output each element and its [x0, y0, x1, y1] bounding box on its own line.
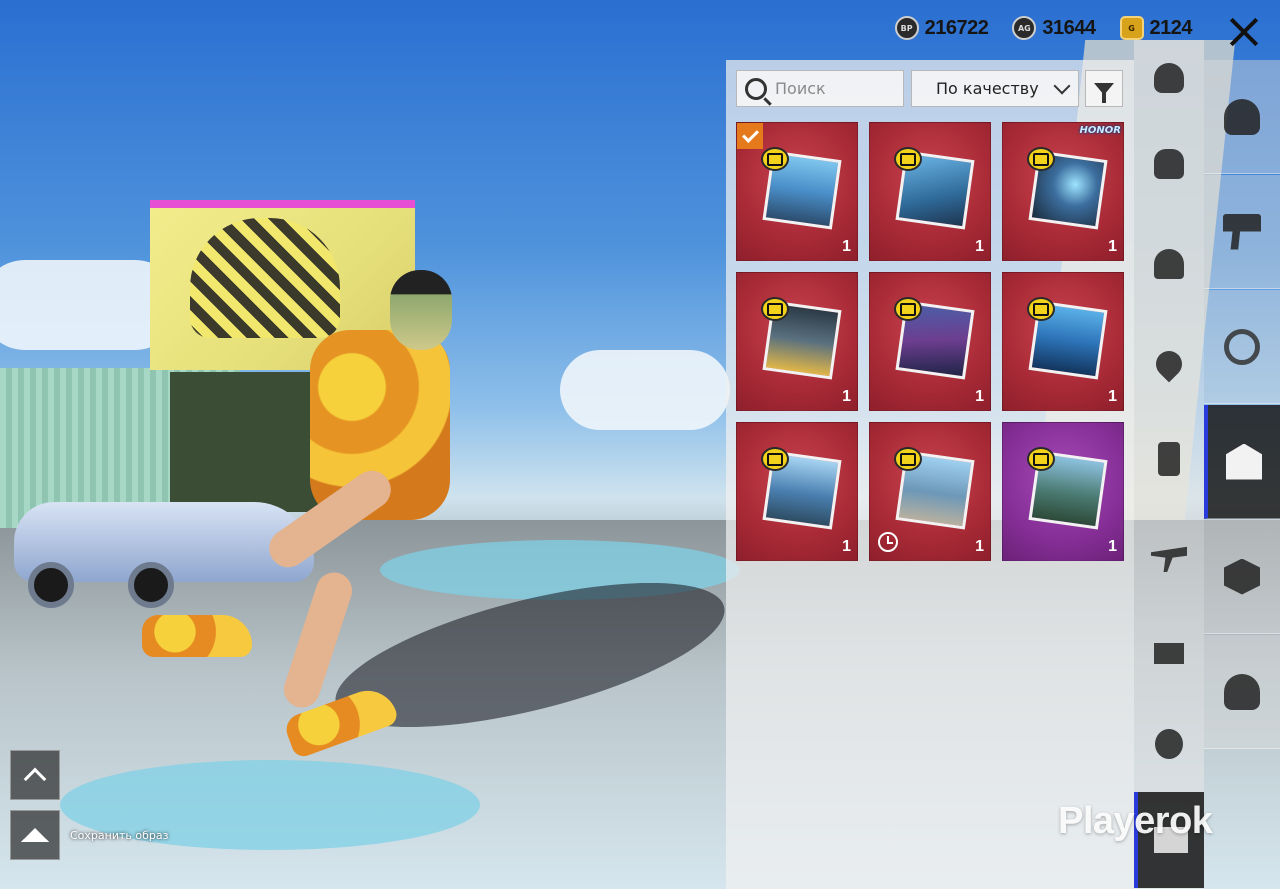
phone-icon [1158, 442, 1180, 476]
item-quantity: 1 [842, 238, 851, 255]
item-quantity: 1 [1108, 238, 1117, 255]
item-card[interactable]: 1 [869, 272, 991, 411]
outfit-icon [1226, 443, 1262, 480]
plane-icon [1151, 546, 1187, 572]
chevron-up-icon [23, 767, 47, 791]
currency-value: 2124 [1149, 16, 1193, 39]
subcategory-grenade[interactable] [1145, 720, 1193, 768]
item-card[interactable]: 1 [869, 422, 991, 561]
subcategory-location[interactable] [1145, 340, 1193, 388]
item-card[interactable]: 1 [736, 422, 858, 561]
silver-fragment-icon: AG [1012, 16, 1037, 40]
currency-bar: BP 216722 AG 31644 G 2124 [894, 16, 1193, 40]
lobby-theme-icon [894, 147, 922, 171]
item-card[interactable]: 1 [869, 122, 991, 261]
inventory-panel: Поиск По качеству 1 1 HONOR 1 1 1 1 1 1 … [726, 60, 1134, 889]
search-placeholder: Поиск [775, 79, 826, 98]
category-outfits[interactable] [1204, 405, 1280, 519]
fist-icon [1154, 149, 1184, 179]
lobby-theme-icon [761, 147, 789, 171]
item-quantity: 1 [975, 388, 984, 405]
category-character[interactable] [1204, 60, 1280, 174]
lobby-theme-icon [894, 447, 922, 471]
location-pin-icon [1150, 345, 1188, 383]
save-outfit-control[interactable]: Сохранить образ [10, 810, 168, 860]
car-wheel [128, 562, 174, 608]
car-wheel [28, 562, 74, 608]
filter-button[interactable] [1085, 70, 1123, 107]
lobby-theme-icon [894, 297, 922, 321]
category-vehicles[interactable] [1204, 290, 1280, 404]
gun-icon [1223, 213, 1261, 250]
close-icon[interactable] [1224, 12, 1264, 52]
steering-wheel-icon [1224, 328, 1260, 365]
subcategory-sidebar [1134, 40, 1204, 889]
lobby-theme-icon [1027, 447, 1055, 471]
item-card[interactable]: 1 [736, 272, 858, 411]
player-character [142, 270, 500, 760]
item-quantity: 1 [842, 388, 851, 405]
item-quantity: 1 [975, 538, 984, 555]
currency-value: 216722 [924, 16, 989, 39]
currency-gold[interactable]: G 2124 [1119, 16, 1193, 40]
item-quantity: 1 [842, 538, 851, 555]
cloud [560, 350, 730, 430]
sort-label: По качеству [936, 79, 1039, 98]
sort-dropdown[interactable]: По качеству [911, 70, 1079, 107]
subcategory-emote[interactable] [1145, 54, 1193, 102]
gold-coin-icon: G [1119, 16, 1144, 40]
item-card[interactable]: 1 [1002, 272, 1124, 411]
currency-value: 31644 [1042, 16, 1096, 39]
clock-icon [878, 532, 898, 552]
lobby-theme-icon [1027, 147, 1055, 171]
category-companion[interactable] [1204, 635, 1280, 749]
lobby-theme-icon [761, 297, 789, 321]
save-outfit-label: Сохранить образ [70, 828, 169, 842]
character-head [390, 270, 452, 350]
category-weapons[interactable] [1204, 175, 1280, 289]
honor-tag: HONOR [1079, 125, 1121, 136]
bp-coin-icon: BP [894, 16, 919, 40]
subcategory-gift[interactable] [1145, 625, 1193, 673]
gift-icon [1154, 643, 1184, 664]
grenade-icon [1155, 729, 1183, 759]
currency-bp[interactable]: BP 216722 [894, 16, 989, 40]
character-leg [279, 567, 357, 713]
item-quantity: 1 [975, 238, 984, 255]
category-crates[interactable] [1204, 520, 1280, 634]
chevron-down-icon [1053, 77, 1071, 94]
character-icon [1224, 98, 1260, 135]
hanger-icon [21, 828, 49, 842]
watermark: Playerok [1058, 800, 1213, 842]
lobby-theme-icon [761, 447, 789, 471]
character-shoe [142, 615, 252, 657]
emote-icon [1154, 63, 1184, 93]
expand-up-button[interactable] [10, 750, 60, 800]
category-sidebar [1204, 60, 1280, 889]
lobby-theme-icon [1027, 297, 1055, 321]
selected-check-icon [737, 123, 763, 149]
currency-silver[interactable]: AG 31644 [1012, 16, 1096, 40]
subcategory-fist[interactable] [1145, 140, 1193, 188]
parachute-icon [1154, 249, 1184, 279]
subcategory-plane[interactable] [1145, 530, 1193, 578]
item-card[interactable]: 1 [1002, 422, 1124, 561]
subcategory-parachute[interactable] [1145, 240, 1193, 288]
item-grid: 1 1 HONOR 1 1 1 1 1 1 1 [736, 122, 1124, 561]
item-quantity: 1 [1108, 538, 1117, 555]
search-input[interactable]: Поиск [736, 70, 904, 107]
item-card[interactable]: 1 [736, 122, 858, 261]
item-quantity: 1 [1108, 388, 1117, 405]
filter-icon [1094, 82, 1114, 103]
subcategory-phone[interactable] [1145, 435, 1193, 483]
companion-icon [1224, 673, 1260, 710]
crate-icon [1224, 558, 1260, 595]
save-outfit-button[interactable] [10, 810, 60, 860]
item-card[interactable]: HONOR 1 [1002, 122, 1124, 261]
search-icon [745, 77, 767, 100]
